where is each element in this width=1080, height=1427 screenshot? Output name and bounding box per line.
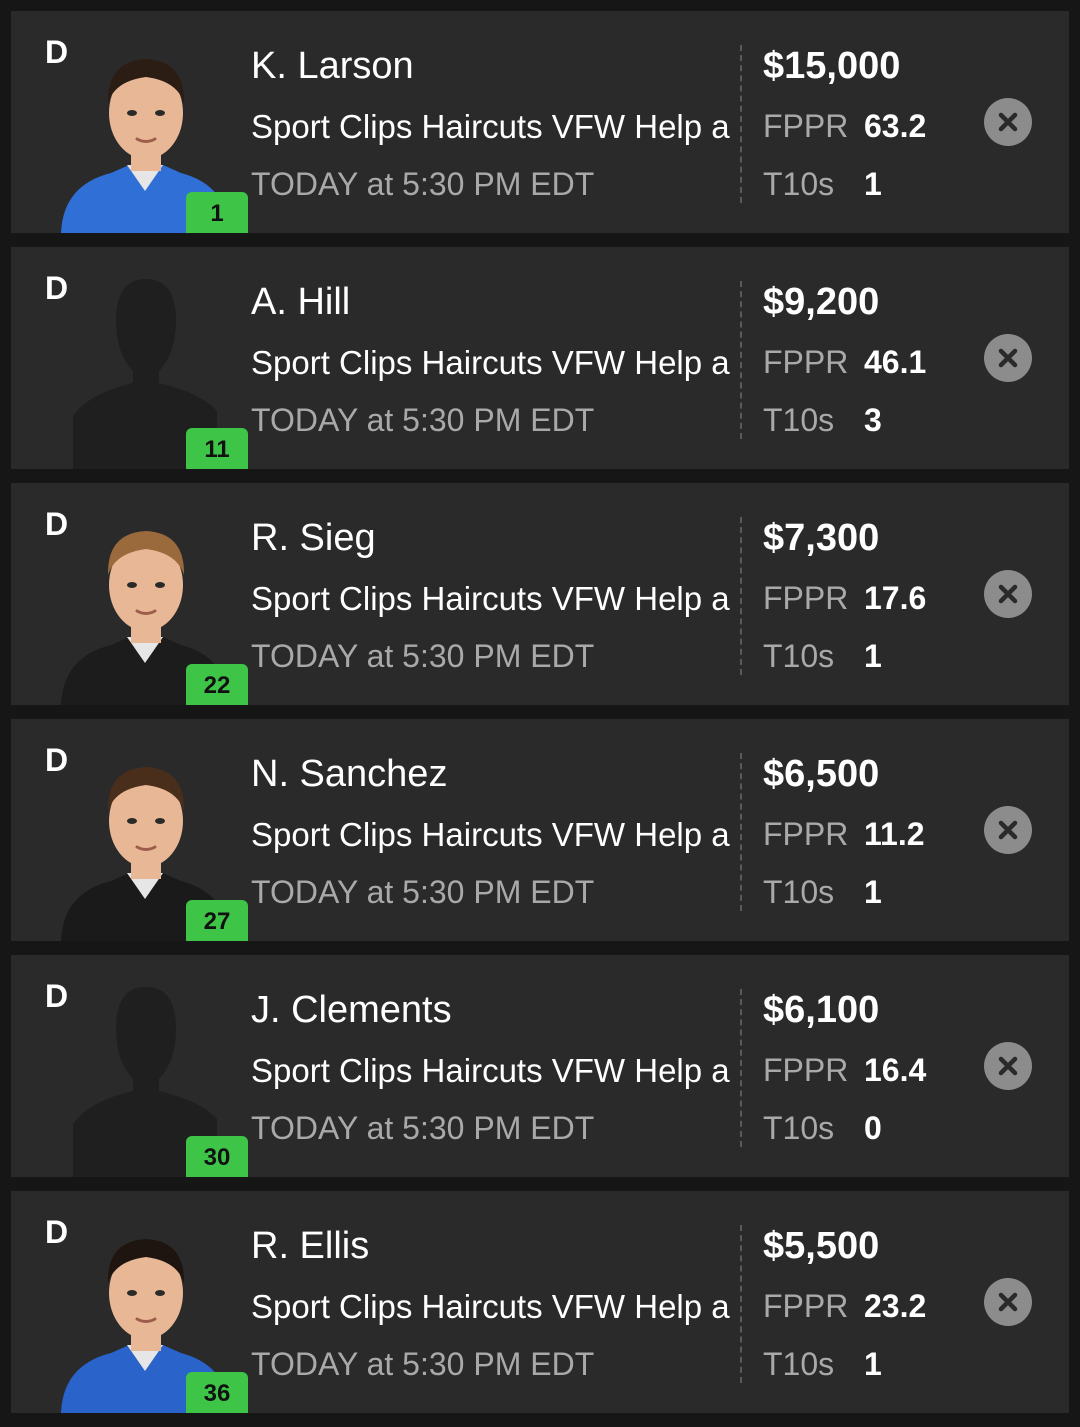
remove-player-button[interactable] <box>984 334 1032 382</box>
column-divider <box>740 1225 742 1383</box>
t10s-label: T10s <box>763 166 835 202</box>
t10s-value: 0 <box>864 1110 882 1146</box>
fppr-label: FPPR <box>763 1052 849 1088</box>
lineup-list: D 1 K. Larson Sport Clips Haircuts VFW H… <box>0 0 1080 1427</box>
t10s-label: T10s <box>763 1346 835 1382</box>
close-icon <box>984 1042 1032 1090</box>
t10s-value: 1 <box>864 166 882 202</box>
event-name: Sport Clips Haircuts VFW Help a <box>251 108 730 145</box>
fppr-label: FPPR <box>763 108 849 144</box>
fppr-value: 63.2 <box>864 108 927 144</box>
t10s-value: 3 <box>864 402 882 438</box>
close-icon <box>984 806 1032 854</box>
event-time: TODAY at 5:30 PM EDT <box>251 1110 595 1146</box>
remove-player-button[interactable] <box>984 1042 1032 1090</box>
event-time: TODAY at 5:30 PM EDT <box>251 638 595 674</box>
player-name: K. Larson <box>251 45 414 87</box>
player-name: R. Ellis <box>251 1225 370 1267</box>
car-number-badge: 27 <box>186 900 248 941</box>
close-icon <box>984 1278 1032 1326</box>
player-name: R. Sieg <box>251 517 376 559</box>
salary: $6,100 <box>763 989 880 1031</box>
fppr-label: FPPR <box>763 816 849 852</box>
salary: $5,500 <box>763 1225 880 1267</box>
fppr-value: 17.6 <box>864 580 927 616</box>
salary: $15,000 <box>763 45 901 87</box>
column-divider <box>740 281 742 439</box>
event-time: TODAY at 5:30 PM EDT <box>251 402 595 438</box>
fppr-value: 23.2 <box>864 1288 927 1324</box>
car-number-badge: 11 <box>186 428 248 469</box>
salary: $9,200 <box>763 281 880 323</box>
column-divider <box>740 753 742 911</box>
t10s-label: T10s <box>763 402 835 438</box>
fppr-value: 46.1 <box>864 344 927 380</box>
player-card[interactable]: D 30 J. Clements Sport Clips Haircuts VF… <box>11 955 1069 1177</box>
remove-player-button[interactable] <box>984 570 1032 618</box>
fppr-label: FPPR <box>763 1288 849 1324</box>
column-divider <box>740 45 742 203</box>
event-name: Sport Clips Haircuts VFW Help a <box>251 344 730 381</box>
player-card[interactable]: D 27 N. Sanchez Sport Clips Haircuts VFW… <box>11 719 1069 941</box>
car-number-badge: 30 <box>186 1136 248 1177</box>
remove-player-button[interactable] <box>984 1278 1032 1326</box>
event-name: Sport Clips Haircuts VFW Help a <box>251 816 730 853</box>
remove-player-button[interactable] <box>984 806 1032 854</box>
close-icon <box>984 570 1032 618</box>
remove-player-button[interactable] <box>984 98 1032 146</box>
t10s-value: 1 <box>864 874 882 910</box>
t10s-label: T10s <box>763 1110 835 1146</box>
player-card[interactable]: D 11 A. Hill Sport Clips Haircuts VFW He… <box>11 247 1069 469</box>
t10s-label: T10s <box>763 638 835 674</box>
event-name: Sport Clips Haircuts VFW Help a <box>251 1288 730 1325</box>
fppr-label: FPPR <box>763 580 849 616</box>
event-name: Sport Clips Haircuts VFW Help a <box>251 1052 730 1089</box>
player-card[interactable]: D 22 R. Sieg Sport Clips Haircuts VFW He… <box>11 483 1069 705</box>
salary: $6,500 <box>763 753 880 795</box>
car-number-badge: 36 <box>186 1372 248 1413</box>
fppr-label: FPPR <box>763 344 849 380</box>
close-icon <box>984 98 1032 146</box>
player-name: J. Clements <box>251 989 452 1031</box>
car-number-badge: 1 <box>186 192 248 233</box>
column-divider <box>740 989 742 1147</box>
player-card[interactable]: D 1 K. Larson Sport Clips Haircuts VFW H… <box>11 11 1069 233</box>
player-card[interactable]: D 36 R. Ellis Sport Clips Haircuts VFW H… <box>11 1191 1069 1413</box>
event-time: TODAY at 5:30 PM EDT <box>251 166 595 202</box>
t10s-value: 1 <box>864 1346 882 1382</box>
t10s-value: 1 <box>864 638 882 674</box>
t10s-label: T10s <box>763 874 835 910</box>
event-time: TODAY at 5:30 PM EDT <box>251 1346 595 1382</box>
event-name: Sport Clips Haircuts VFW Help a <box>251 580 730 617</box>
close-icon <box>984 334 1032 382</box>
fppr-value: 11.2 <box>864 816 925 852</box>
player-name: A. Hill <box>251 281 351 323</box>
salary: $7,300 <box>763 517 880 559</box>
car-number-badge: 22 <box>186 664 248 705</box>
column-divider <box>740 517 742 675</box>
fppr-value: 16.4 <box>864 1052 927 1088</box>
player-name: N. Sanchez <box>251 753 448 795</box>
event-time: TODAY at 5:30 PM EDT <box>251 874 595 910</box>
